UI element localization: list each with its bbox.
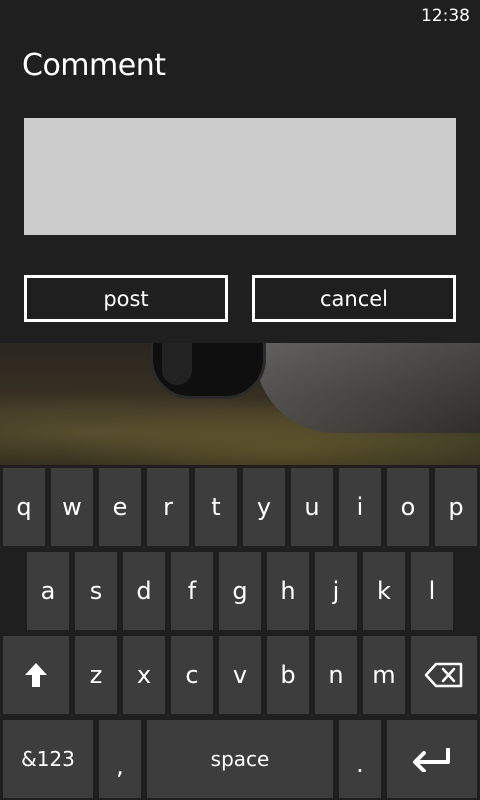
key-w[interactable]: w: [51, 468, 93, 546]
key-k[interactable]: k: [363, 552, 405, 630]
key-comma[interactable]: ,: [99, 720, 141, 798]
shift-key[interactable]: [3, 636, 69, 714]
key-b[interactable]: b: [267, 636, 309, 714]
comment-dialog: Comment post cancel: [0, 32, 480, 343]
cancel-button[interactable]: cancel: [252, 275, 456, 322]
key-s[interactable]: s: [75, 552, 117, 630]
key-t[interactable]: t: [195, 468, 237, 546]
symbols-key[interactable]: &123: [3, 720, 93, 798]
key-g[interactable]: g: [219, 552, 261, 630]
key-period[interactable]: .: [339, 720, 381, 798]
onscreen-keyboard: q w e r t y u i o p a s d f g h j k l z …: [0, 465, 480, 800]
key-m[interactable]: m: [363, 636, 405, 714]
post-button[interactable]: post: [24, 275, 228, 322]
backspace-icon: [424, 662, 463, 688]
key-y[interactable]: y: [243, 468, 285, 546]
key-i[interactable]: i: [339, 468, 381, 546]
key-c[interactable]: c: [171, 636, 213, 714]
key-l[interactable]: l: [411, 552, 453, 630]
key-x[interactable]: x: [123, 636, 165, 714]
key-p[interactable]: p: [435, 468, 477, 546]
key-o[interactable]: o: [387, 468, 429, 546]
key-a[interactable]: a: [27, 552, 69, 630]
backspace-key[interactable]: [411, 636, 477, 714]
key-z[interactable]: z: [75, 636, 117, 714]
space-key[interactable]: space: [147, 720, 333, 798]
clock: 12:38: [421, 6, 470, 26]
key-h[interactable]: h: [267, 552, 309, 630]
photo-camera-lens-ring: [162, 343, 192, 385]
key-u[interactable]: u: [291, 468, 333, 546]
key-j[interactable]: j: [315, 552, 357, 630]
key-n[interactable]: n: [315, 636, 357, 714]
enter-icon: [413, 748, 450, 772]
shift-arrow-icon: [25, 663, 47, 687]
status-bar: 12:38: [0, 0, 480, 32]
key-f[interactable]: f: [171, 552, 213, 630]
key-e[interactable]: e: [99, 468, 141, 546]
dialog-title: Comment: [22, 48, 166, 83]
comment-input[interactable]: [24, 118, 456, 235]
background-photo: [0, 343, 480, 465]
key-r[interactable]: r: [147, 468, 189, 546]
key-v[interactable]: v: [219, 636, 261, 714]
key-d[interactable]: d: [123, 552, 165, 630]
key-q[interactable]: q: [3, 468, 45, 546]
enter-key[interactable]: [387, 720, 477, 798]
